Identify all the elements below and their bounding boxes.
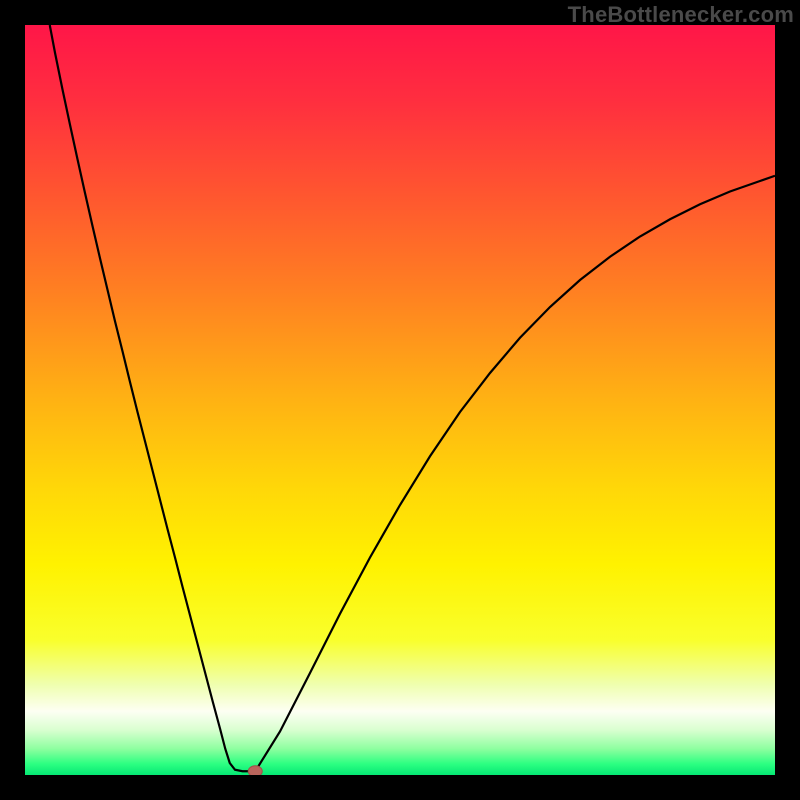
chart-frame: TheBottlenecker.com <box>0 0 800 800</box>
chart-canvas <box>25 25 775 775</box>
gradient-background <box>25 25 775 775</box>
watermark-text: TheBottlenecker.com <box>568 2 794 28</box>
plot-area <box>25 25 775 775</box>
optimum-marker <box>248 766 262 775</box>
